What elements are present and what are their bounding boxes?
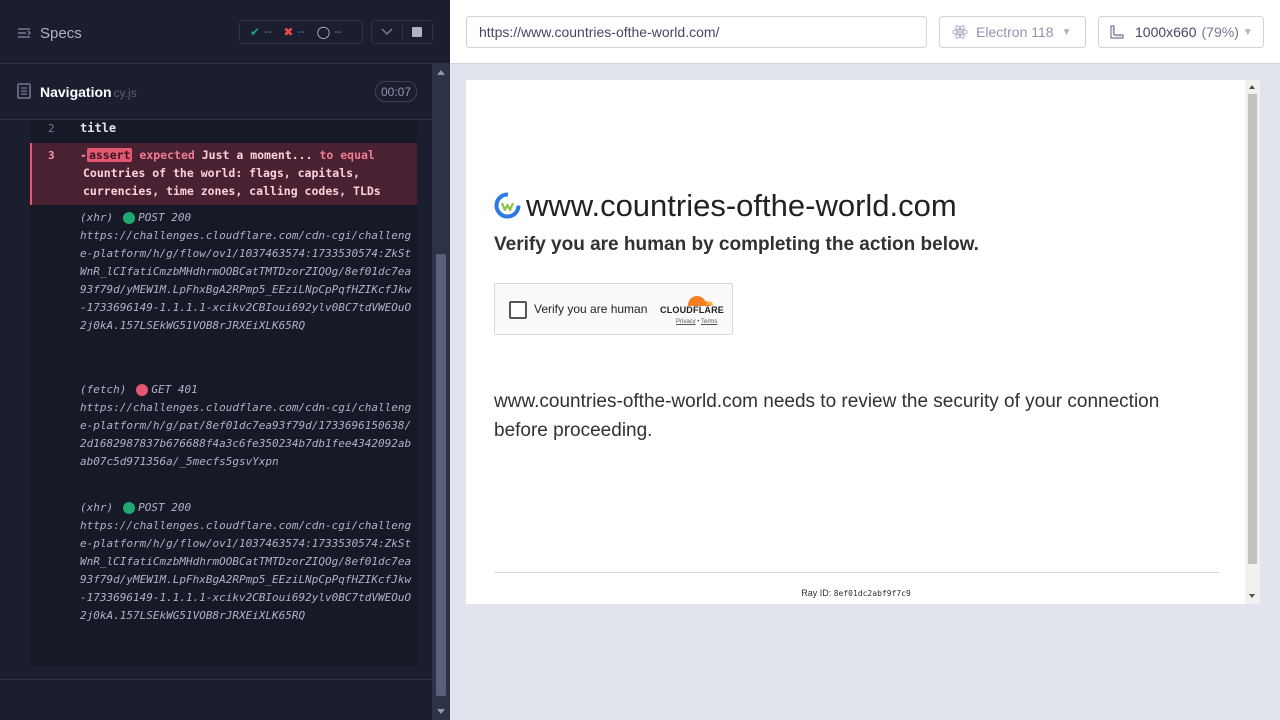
pending-circle-icon: ◯ [316, 25, 331, 39]
failed-count: -- [297, 26, 305, 38]
ray-id-code: 8ef01dc2abf9f7c9 [833, 589, 911, 598]
stop-icon [412, 27, 423, 37]
spec-extension: cy.js [113, 86, 137, 100]
request-url: https://challenges.cloudflare.com/cdn-cg… [80, 401, 412, 468]
assert-command-row[interactable]: 3 - assert expected Just a moment... to e… [30, 143, 417, 205]
spec-title[interactable]: Navigation cy.js [40, 84, 137, 100]
cloudflare-links: Privacy • Terms [676, 319, 717, 325]
pending-stat: ◯ -- [317, 25, 342, 39]
failed-stat: ✖ -- [283, 25, 304, 39]
command-log: 2 title 3 - assert expected Just a moment… [30, 120, 417, 666]
terms-link[interactable]: Terms [701, 319, 717, 325]
scroll-down-icon[interactable] [1249, 594, 1255, 598]
request-status: GET 401 [151, 383, 198, 396]
scrollbar-thumb[interactable] [1248, 94, 1257, 564]
reporter-panel: Specs ✔ -- ✖ -- ◯ -- Navigation cy.js 00… [0, 0, 450, 720]
test-stats: ✔ -- ✖ -- ◯ -- [239, 20, 363, 44]
verify-checkbox-label: Verify you are human [534, 302, 648, 316]
chevron-down-icon: ▼ [1061, 26, 1072, 38]
ray-id-label: Ray ID: [801, 588, 834, 598]
verify-checkbox[interactable] [509, 301, 527, 319]
assert-line-3: currencies, time zones, calling codes, T… [83, 184, 381, 198]
verify-heading: Verify you are human by completing the a… [494, 234, 979, 255]
network-request[interactable]: (xhr) POST 200 https://challenges.cloudf… [80, 499, 415, 625]
command-row[interactable]: 2 title [30, 120, 417, 142]
request-type: (xhr) [80, 211, 114, 224]
ray-id: Ray ID: 8ef01dc2abf9f7c9 [466, 588, 1246, 598]
cloudflare-wordmark: CLOUDFLARE [660, 305, 724, 315]
request-type: (xhr) [80, 501, 114, 514]
browser-select[interactable]: Electron 118 ▼ [939, 16, 1086, 48]
site-title: www.countries-ofthe-world.com [526, 188, 957, 223]
passed-stat: ✔ -- [250, 25, 271, 39]
footer-divider [494, 572, 1219, 573]
spec-name: Navigation [40, 84, 112, 100]
request-status: POST 200 [138, 211, 192, 224]
command-number: 2 [48, 122, 55, 135]
scroll-up-icon[interactable] [1249, 85, 1255, 89]
browser-name: Electron 118 [976, 24, 1054, 40]
x-icon: ✖ [283, 25, 294, 39]
document-icon [17, 83, 31, 99]
request-url: https://challenges.cloudflare.com/cdn-cg… [80, 519, 412, 622]
assert-line-2: Countries of the world: flags, capitals, [83, 166, 360, 180]
assert-dash: - [80, 148, 87, 162]
privacy-link[interactable]: Privacy [676, 319, 696, 325]
specs-toggle-button[interactable]: Specs [16, 22, 82, 44]
security-message: www.countries-ofthe-world.com needs to r… [494, 391, 1160, 441]
network-request[interactable]: (xhr) POST 200 https://challenges.cloudf… [80, 209, 415, 335]
assert-to-equal: to equal [319, 148, 375, 162]
collapse-button[interactable] [372, 21, 402, 43]
reporter-controls [371, 20, 433, 44]
aut-iframe: www.countries-ofthe-world.com Verify you… [466, 80, 1260, 604]
assert-badge: assert [86, 148, 133, 162]
stop-button[interactable] [401, 21, 432, 43]
request-status: POST 200 [138, 501, 192, 514]
request-url: https://challenges.cloudflare.com/cdn-cg… [80, 229, 412, 332]
site-logo-icon [494, 192, 521, 219]
specs-label: Specs [40, 24, 82, 42]
duration-badge: 00:07 [375, 81, 417, 102]
viewport-size: 1000x660 [1135, 24, 1197, 40]
check-icon: ✔ [250, 25, 261, 39]
scrollbar-thumb[interactable] [436, 254, 446, 696]
pending-count: -- [334, 26, 342, 38]
specs-bar: Specs ✔ -- ✖ -- ◯ -- [0, 0, 450, 64]
viewport-zoom: (79%) [1201, 24, 1239, 40]
url-bar[interactable]: https://www.countries-ofthe-world.com/ [466, 16, 927, 48]
menu-icon [18, 28, 31, 38]
reporter-footer [0, 679, 432, 720]
aut-header: https://www.countries-ofthe-world.com/ E… [450, 0, 1280, 64]
turnstile-widget: Verify you are human CLOUDFLARE Privacy … [494, 283, 733, 335]
assert-actual: Just a moment... [201, 148, 313, 162]
status-dot-icon [123, 502, 136, 514]
scroll-up-icon[interactable] [437, 70, 445, 75]
assert-expected: expected [139, 148, 195, 162]
command-number: 3 [48, 149, 55, 162]
chevron-down-icon [381, 28, 393, 36]
status-dot-icon [136, 384, 149, 396]
scroll-down-icon[interactable] [437, 709, 445, 714]
viewport-ruler-icon [1110, 25, 1124, 39]
status-dot-icon [123, 212, 136, 224]
aut-scrollbar[interactable] [1245, 80, 1260, 604]
network-request[interactable]: (fetch) GET 401 https://challenges.cloud… [80, 381, 415, 471]
chevron-down-icon: ▼ [1242, 26, 1253, 38]
electron-icon [952, 25, 968, 39]
command-name: title [80, 121, 117, 135]
passed-count: -- [264, 26, 272, 38]
request-type: (fetch) [80, 383, 127, 396]
assert-line-1: - assert expected Just a moment... to equ… [80, 148, 375, 162]
viewport-select[interactable]: 1000x660 (79%) ▼ [1098, 16, 1264, 48]
reporter-scrollbar[interactable] [432, 64, 450, 720]
